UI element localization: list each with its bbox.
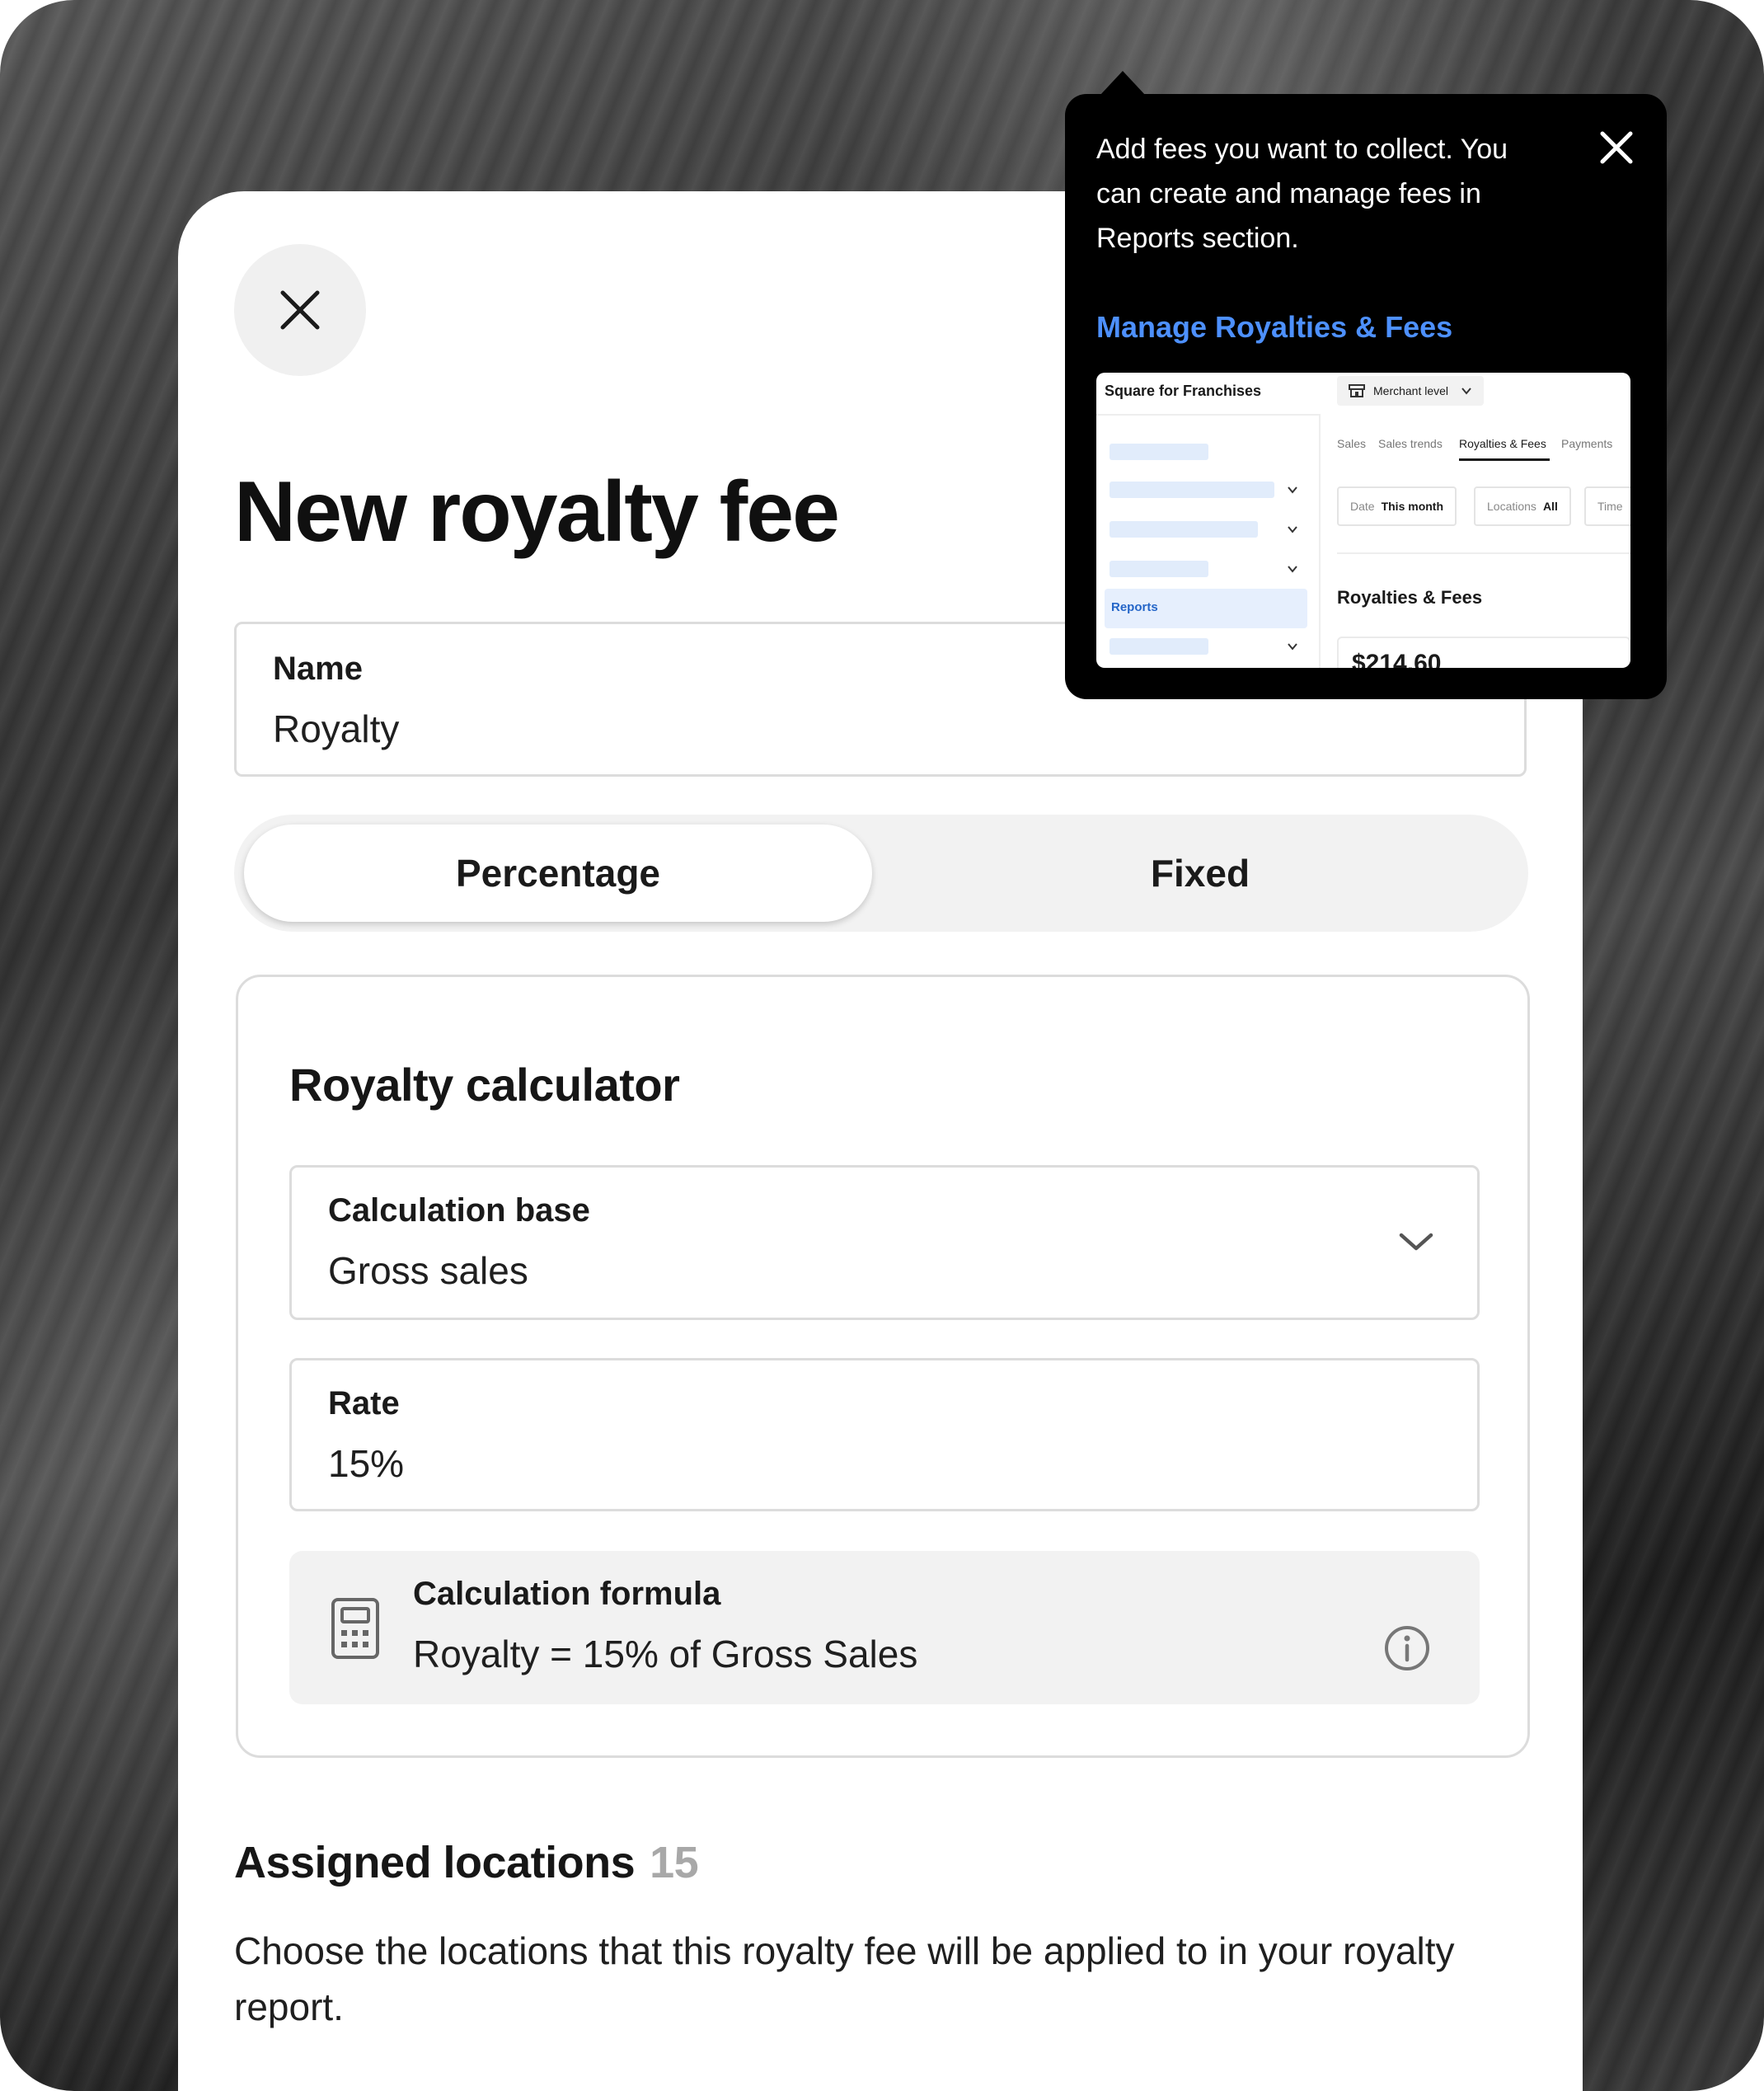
assigned-locations-count: 15 bbox=[650, 1838, 699, 1887]
formula-label: Calculation formula bbox=[413, 1576, 721, 1612]
preview-filter-date-label: Date bbox=[1350, 500, 1375, 513]
close-button[interactable] bbox=[234, 244, 366, 376]
chevron-down-icon bbox=[1461, 388, 1471, 395]
preview-filter-time: Time bbox=[1584, 486, 1630, 526]
assigned-locations-heading: Assigned locations 15 bbox=[234, 1837, 699, 1888]
preview-nav-placeholder bbox=[1110, 561, 1208, 577]
calculator-icon bbox=[331, 1598, 379, 1659]
assigned-locations-title: Assigned locations bbox=[234, 1838, 636, 1887]
preview-filter-date: Date This month bbox=[1337, 486, 1457, 526]
preview-divider bbox=[1096, 414, 1319, 416]
name-value[interactable]: Royalty bbox=[273, 707, 399, 751]
store-icon bbox=[1349, 384, 1365, 397]
preview-tab-sales: Sales bbox=[1337, 437, 1367, 450]
preview-active-tab-indicator bbox=[1459, 458, 1550, 461]
chevron-down-icon bbox=[1399, 1233, 1433, 1251]
calculation-base-label: Calculation base bbox=[328, 1192, 590, 1229]
royalty-calculator-card: Royalty calculator Calculation base Gros… bbox=[236, 975, 1530, 1758]
fixed-option[interactable]: Fixed bbox=[882, 825, 1518, 922]
tooltip-arrow bbox=[1100, 71, 1146, 96]
reports-preview-image: Square for Franchises Merchant level Rep… bbox=[1096, 373, 1630, 668]
preview-divider bbox=[1337, 552, 1630, 554]
rate-field[interactable]: Rate 15% bbox=[289, 1358, 1480, 1511]
preview-filter-locations-label: Locations bbox=[1487, 500, 1536, 513]
tooltip-text: Add fees you want to collect. You can cr… bbox=[1096, 134, 1508, 254]
preview-merchant-selector: Merchant level bbox=[1337, 376, 1484, 406]
calculation-base-select[interactable]: Calculation base Gross sales bbox=[289, 1165, 1480, 1320]
calculation-base-value: Gross sales bbox=[328, 1249, 528, 1292]
preview-sidebar-reports: Reports bbox=[1105, 589, 1307, 628]
rate-value[interactable]: 15% bbox=[328, 1441, 404, 1486]
manage-royalties-link[interactable]: Manage Royalties & Fees bbox=[1096, 310, 1452, 345]
formula-value: Royalty = 15% of Gross Sales bbox=[413, 1633, 918, 1675]
preview-amount: $214.60 bbox=[1352, 650, 1442, 668]
preview-divider bbox=[1319, 414, 1321, 668]
preview-tab-payments: Payments bbox=[1561, 437, 1613, 450]
preview-filter-date-value: This month bbox=[1381, 500, 1444, 513]
assigned-locations-description: Choose the locations that this royalty f… bbox=[234, 1929, 1455, 2028]
info-icon[interactable] bbox=[1384, 1625, 1430, 1671]
preview-tab-royalties: Royalties & Fees bbox=[1459, 437, 1546, 450]
chevron-down-icon bbox=[1288, 526, 1297, 533]
background-frame: New royalty fee Name Royalty Percentage … bbox=[0, 0, 1764, 2091]
name-label: Name bbox=[273, 651, 363, 687]
preview-nav-placeholder bbox=[1110, 482, 1274, 498]
close-icon bbox=[280, 290, 320, 330]
preview-brand: Square for Franchises bbox=[1105, 383, 1262, 399]
percentage-option[interactable]: Percentage bbox=[244, 825, 872, 922]
preview-filter-locations-value: All bbox=[1542, 500, 1558, 513]
royalties-tooltip: Add fees you want to collect. You can cr… bbox=[1065, 71, 1667, 699]
fee-type-toggle: Percentage Fixed bbox=[234, 815, 1528, 932]
preview-tab-sales-trends: Sales trends bbox=[1378, 437, 1443, 450]
preview-filter-locations: Locations All bbox=[1474, 486, 1571, 526]
tooltip-close-icon[interactable] bbox=[1599, 130, 1634, 165]
preview-filter-time-label: Time bbox=[1597, 500, 1623, 513]
preview-amount-card: $214.60 bbox=[1337, 637, 1630, 668]
rate-label: Rate bbox=[328, 1385, 400, 1421]
chevron-down-icon bbox=[1288, 486, 1297, 494]
preview-section-title: Royalties & Fees bbox=[1337, 587, 1483, 608]
calculator-title: Royalty calculator bbox=[289, 1059, 680, 1111]
preview-nav-placeholder bbox=[1110, 444, 1208, 460]
preview-nav-placeholder bbox=[1110, 521, 1258, 538]
calculation-formula: Calculation formula Royalty = 15% of Gro… bbox=[289, 1551, 1480, 1704]
chevron-down-icon bbox=[1288, 566, 1297, 573]
preview-merchant-label: Merchant level bbox=[1373, 384, 1449, 397]
preview-nav-placeholder bbox=[1110, 638, 1208, 655]
chevron-down-icon bbox=[1288, 643, 1297, 651]
page-title: New royalty fee bbox=[234, 464, 840, 560]
